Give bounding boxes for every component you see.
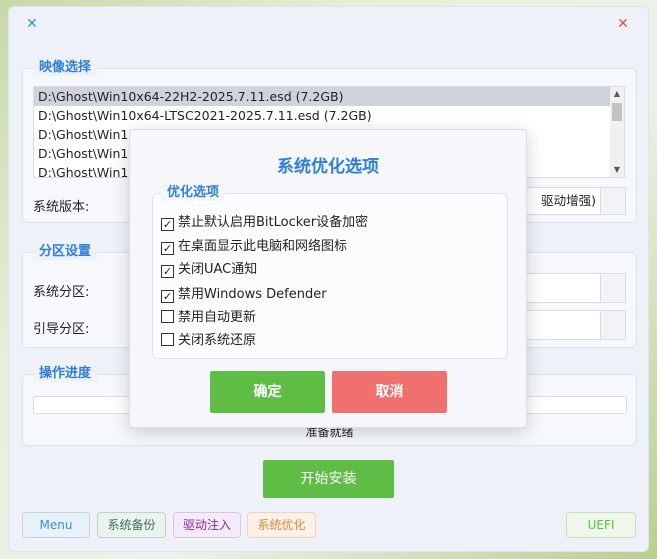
menu-button[interactable]: Menu xyxy=(22,512,90,538)
option-label: 关闭UAC通知 xyxy=(178,262,258,277)
scroll-down-icon[interactable]: ▼ xyxy=(610,163,624,177)
start-install-button[interactable]: 开始安装 xyxy=(263,460,394,498)
cancel-button[interactable]: 取消 xyxy=(332,371,447,413)
option-label: 禁止默认启用BitLocker设备加密 xyxy=(178,215,369,230)
app-logo-icon: ✕ xyxy=(26,16,38,32)
scroll-thumb[interactable] xyxy=(612,103,622,121)
version-dropdown-button[interactable] xyxy=(600,187,626,215)
checkbox-checked[interactable]: ✓ xyxy=(161,265,174,278)
system-partition-label: 系统分区: xyxy=(33,285,90,300)
boot-partition-label: 引导分区: xyxy=(33,322,90,337)
ok-button[interactable]: 确定 xyxy=(210,371,325,413)
option-system-restore[interactable]: 关闭系统还原 xyxy=(161,332,256,350)
option-bitlocker[interactable]: ✓ 禁止默认启用BitLocker设备加密 xyxy=(161,214,368,232)
optimize-dialog: 系统优化选项 优化选项 ✓ 禁止默认启用BitLocker设备加密 ✓ 在桌面显示此… xyxy=(129,129,527,428)
boot-partition-button[interactable] xyxy=(600,310,626,340)
options-group: 优化选项 ✓ 禁止默认启用BitLocker设备加密 ✓ 在桌面显示此电脑和网络图标… xyxy=(152,185,508,359)
close-icon[interactable]: ✕ xyxy=(616,17,630,31)
checkbox-checked[interactable]: ✓ xyxy=(161,290,174,303)
option-label: 禁用自动更新 xyxy=(178,310,257,325)
checkbox-unchecked[interactable] xyxy=(161,333,174,346)
option-auto-update[interactable]: 禁用自动更新 xyxy=(161,309,256,327)
list-item[interactable]: D:\Ghost\Win10x64-LTSC2021-2025.7.11.esd… xyxy=(34,106,624,125)
checkbox-unchecked[interactable] xyxy=(161,310,174,323)
progress-group-title: 操作进度 xyxy=(33,366,98,382)
option-defender[interactable]: ✓ 禁用Windows Defender xyxy=(161,286,327,304)
option-label: 在桌面显示此电脑和网络图标 xyxy=(178,239,348,254)
option-label: 禁用Windows Defender xyxy=(178,287,327,302)
option-uac[interactable]: ✓ 关闭UAC通知 xyxy=(161,261,257,279)
system-optimize-button[interactable]: 系统优化 xyxy=(247,512,316,538)
system-backup-button[interactable]: 系统备份 xyxy=(97,512,166,538)
partition-group-title: 分区设置 xyxy=(33,244,98,260)
version-label: 系统版本: xyxy=(33,200,90,215)
list-scrollbar[interactable]: ▲ ▼ xyxy=(610,87,624,177)
options-group-title: 优化选项 xyxy=(161,185,226,201)
scroll-up-icon[interactable]: ▲ xyxy=(610,87,624,101)
version-value: 驱动增强) xyxy=(541,193,596,208)
checkbox-checked[interactable]: ✓ xyxy=(161,242,174,255)
image-group-title: 映像选择 xyxy=(33,60,98,76)
dialog-title: 系统优化选项 xyxy=(277,157,379,177)
option-desktop-icons[interactable]: ✓ 在桌面显示此电脑和网络图标 xyxy=(161,238,347,256)
option-label: 关闭系统还原 xyxy=(178,333,257,348)
uefi-button[interactable]: UEFI xyxy=(566,512,636,538)
system-partition-button[interactable] xyxy=(600,273,626,303)
checkbox-checked[interactable]: ✓ xyxy=(161,218,174,231)
list-item[interactable]: D:\Ghost\Win10x64-22H2-2025.7.11.esd (7.… xyxy=(34,87,624,106)
driver-inject-button[interactable]: 驱动注入 xyxy=(173,512,241,538)
